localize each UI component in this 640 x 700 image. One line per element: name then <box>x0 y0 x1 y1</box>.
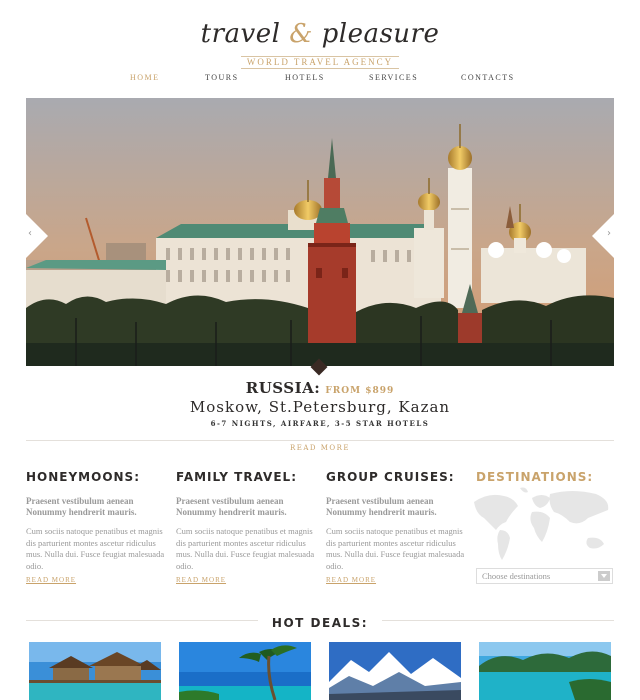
destinations-title: DESTINATIONS: <box>476 470 594 484</box>
destinations-select[interactable]: Choose destinations <box>476 568 613 584</box>
section-lead: Praesent vestibulum aenean Nonummy hendr… <box>176 496 287 517</box>
hero-slider[interactable] <box>26 98 614 366</box>
nav-services[interactable]: SERVICES <box>369 73 418 82</box>
logo-wordmark: travel & pleasure <box>200 19 440 49</box>
deal-image-bungalows <box>29 642 161 700</box>
main-nav: HOME TOURS HOTELS SERVICES CONTACTS <box>0 73 640 85</box>
family-travel-section: FAMILY TRAVEL: Praesent vestibulum aenea… <box>176 470 316 584</box>
tour-read-more-link[interactable]: READ MORE <box>281 444 359 452</box>
section-lead: Praesent vestibulum aenean Nonummy hendr… <box>326 496 437 517</box>
deal-card[interactable] <box>179 642 311 700</box>
deal-image-lagoon <box>479 642 611 700</box>
honeymoons-section: HONEYMOONS: Praesent vestibulum aenean N… <box>26 470 166 584</box>
logo-tagline: WORLD TRAVEL AGENCY <box>240 56 400 69</box>
deal-card[interactable] <box>479 642 611 700</box>
section-lead: Praesent vestibulum aenean Nonummy hendr… <box>26 496 137 517</box>
hot-deals-title: HOT DEALS: <box>257 616 383 630</box>
world-map-icon <box>474 487 609 560</box>
nav-home[interactable]: HOME <box>130 73 160 82</box>
tour-details: 6-7 NIGHTS, AIRFARE, 3-5 STAR HOTELS <box>210 419 430 428</box>
chevron-right-icon: › <box>607 228 611 239</box>
section-title: FAMILY TRAVEL: <box>176 470 297 484</box>
read-more-link[interactable]: READ MORE <box>326 576 376 584</box>
chevron-down-icon <box>598 571 610 581</box>
deal-card[interactable] <box>329 642 461 700</box>
tour-cities: Moskow, St.Petersburg, Kazan <box>189 398 451 416</box>
destinations-placeholder: Choose destinations <box>482 571 551 581</box>
chevron-left-icon: ‹ <box>28 228 32 239</box>
section-body: Cum sociis natoque penatibus et magnis d… <box>26 526 165 571</box>
tour-price: FROM $899 <box>325 386 395 396</box>
deal-image-palm <box>179 642 311 700</box>
section-title: GROUP CRUISES: <box>326 470 455 484</box>
group-cruises-section: GROUP CRUISES: Praesent vestibulum aenea… <box>326 470 466 584</box>
tour-info: RUSSIA: FROM $899 Moskow, St.Petersburg,… <box>0 378 640 428</box>
nav-hotels[interactable]: HOTELS <box>285 73 325 82</box>
read-more-link[interactable]: READ MORE <box>26 576 76 584</box>
deal-image-mountains <box>329 642 461 700</box>
nav-contacts[interactable]: CONTACTS <box>461 73 515 82</box>
read-more-link[interactable]: READ MORE <box>176 576 226 584</box>
section-title: HONEYMOONS: <box>26 470 141 484</box>
nav-tours[interactable]: TOURS <box>205 73 239 82</box>
deal-card[interactable] <box>29 642 161 700</box>
section-body: Cum sociis natoque penatibus et magnis d… <box>326 526 465 571</box>
site-logo[interactable]: travel & pleasure WORLD TRAVEL AGENCY <box>0 18 640 69</box>
kremlin-image <box>26 98 614 366</box>
tour-country: RUSSIA: <box>245 379 321 397</box>
section-body: Cum sociis natoque penatibus et magnis d… <box>176 526 315 571</box>
